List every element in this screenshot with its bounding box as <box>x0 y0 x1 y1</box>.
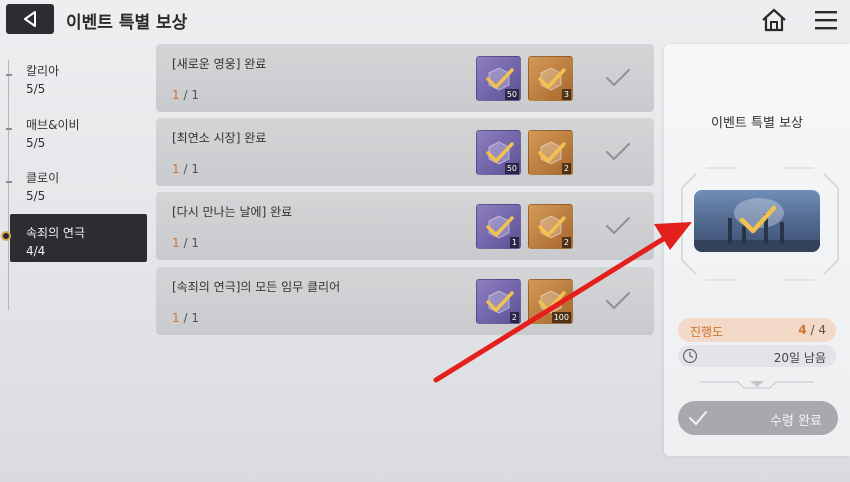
progress-label: 진행도 <box>690 325 724 339</box>
reward-item[interactable]: 3 <box>528 56 573 101</box>
quest-row[interactable]: [최연소 시장] 완료 1 / 1 50 2 <box>156 118 654 186</box>
sidebar-dot <box>6 128 12 130</box>
top-bar: 이벤트 특별 보상 <box>0 0 850 40</box>
reward-image <box>694 190 820 252</box>
quest-row[interactable]: [다시 만나는 날에] 완료 1 / 112 <box>156 192 654 260</box>
quest-progress: 1 / 1 <box>172 236 199 250</box>
reward-item[interactable]: 50 <box>476 56 521 101</box>
time-remaining-row: 20일 남음 <box>678 345 836 367</box>
panel-divider <box>700 381 814 389</box>
reward-item[interactable]: 2 <box>528 204 573 249</box>
quest-title: [속죄의 연극]의 모든 임무 클리어 <box>172 280 341 294</box>
sidebar-item-progress: 4/4 <box>26 244 46 258</box>
sidebar-item-label: 매브&이비 <box>26 118 80 132</box>
check-icon <box>538 68 566 89</box>
reward-image-pillar <box>728 218 732 244</box>
reward-count: 2 <box>561 237 571 248</box>
reward-item[interactable]: 100 <box>528 279 573 324</box>
sidebar-item-label: 클로이 <box>26 171 60 185</box>
reward-item[interactable]: 2 <box>476 279 521 324</box>
sidebar-dot <box>6 74 12 76</box>
sidebar-active-indicator <box>1 231 11 241</box>
sidebar-item-progress: 5/5 <box>26 82 46 96</box>
sidebar-item-label: 속죄의 연극 <box>26 226 86 240</box>
claim-complete-button[interactable]: 수령 완료 <box>678 401 838 435</box>
progress-total: / 4 <box>806 323 827 337</box>
reward-count: 100 <box>551 312 571 323</box>
quest-progress-current: 1 <box>172 88 180 102</box>
progress-row: 진행도 4 / 4 <box>678 318 836 342</box>
reward-count: 2 <box>561 163 571 174</box>
sidebar-rail <box>8 60 9 310</box>
quest-progress-current: 1 <box>172 162 180 176</box>
reward-item[interactable]: 50 <box>476 130 521 175</box>
quest-progress-current: 1 <box>172 236 180 250</box>
check-icon <box>538 216 566 237</box>
reward-count: 50 <box>504 163 519 174</box>
reward-panel: 이벤트 특별 보상 진행도 4 / 4 20일 남음 수령 완료 <box>664 44 850 456</box>
quest-title: [다시 만나는 날에] 완료 <box>172 205 293 219</box>
sidebar-item-mav-ivy[interactable]: 매브&이비 5/5 <box>6 106 147 154</box>
quest-progress-current: 1 <box>172 311 180 325</box>
time-remaining: 20일 남음 <box>773 351 826 365</box>
reward-count: 3 <box>561 89 571 100</box>
sidebar-dot <box>6 181 12 183</box>
page-title: 이벤트 특별 보상 <box>66 13 188 33</box>
sidebar-item-chloe[interactable]: 클로이 5/5 <box>6 159 147 207</box>
completed-check-icon <box>606 217 630 235</box>
panel-title: 이벤트 특별 보상 <box>711 116 803 131</box>
reward-item[interactable]: 2 <box>528 130 573 175</box>
sidebar-item-kalia[interactable]: 칼리아 5/5 <box>6 52 147 100</box>
back-button[interactable] <box>6 4 54 34</box>
sidebar-item-atonement-play[interactable]: 속죄의 연극 4/4 <box>1 214 147 262</box>
check-icon <box>486 216 514 237</box>
quest-progress-total: / 1 <box>183 311 199 325</box>
quest-row[interactable]: [속죄의 연극]의 모든 임무 클리어 1 / 1 2 100 <box>156 267 654 335</box>
completed-check-icon <box>606 292 630 310</box>
reward-item[interactable]: 1 <box>476 204 521 249</box>
quest-progress: 1 / 1 <box>172 162 199 176</box>
check-icon <box>486 142 514 163</box>
progress-current: 4 <box>798 323 807 337</box>
check-icon <box>538 142 566 163</box>
reward-image-ground <box>694 240 820 252</box>
completed-check-icon <box>606 143 630 161</box>
quest-progress: 1 / 1 <box>172 88 199 102</box>
home-icon[interactable] <box>760 7 788 33</box>
progress-value: 4 / 4 <box>798 323 826 337</box>
check-icon <box>486 291 514 312</box>
check-icon <box>739 205 777 234</box>
reward-count: 50 <box>504 89 519 100</box>
completed-check-icon <box>606 69 630 87</box>
quest-title: [새로운 영웅] 완료 <box>172 57 267 71</box>
sidebar-item-progress: 5/5 <box>26 189 46 203</box>
quest-progress-total: / 1 <box>183 162 199 176</box>
check-icon <box>538 291 566 312</box>
quest-progress: 1 / 1 <box>172 311 199 325</box>
check-icon <box>689 411 707 426</box>
sidebar-item-label: 칼리아 <box>26 64 60 78</box>
reward-image-pillar <box>780 222 784 244</box>
quest-progress-total: / 1 <box>183 88 199 102</box>
quest-progress-total: / 1 <box>183 236 199 250</box>
reward-count: 1 <box>509 237 519 248</box>
sidebar: 칼리아 5/5 매브&이비 5/5 클로이 5/5 속죄의 연극 4/4 <box>0 40 150 482</box>
quest-title: [최연소 시장] 완료 <box>172 131 267 145</box>
menu-icon[interactable] <box>814 9 838 31</box>
check-icon <box>486 68 514 89</box>
back-arrow-icon <box>24 11 36 27</box>
quest-row[interactable]: [새로운 영웅] 완료 1 / 1 50 3 <box>156 44 654 112</box>
sidebar-item-progress: 5/5 <box>26 136 46 150</box>
clock-icon <box>682 348 698 364</box>
claim-button-label: 수령 완료 <box>770 414 822 429</box>
reward-count: 2 <box>509 312 519 323</box>
